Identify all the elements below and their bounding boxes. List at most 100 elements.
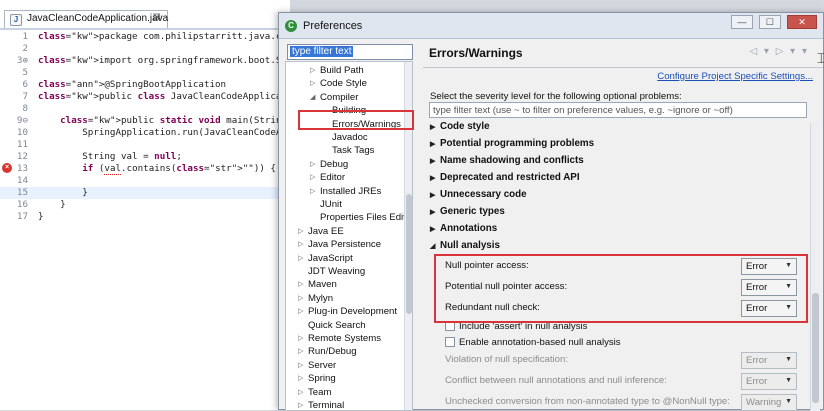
section-header[interactable]: ▶ Generic types — [430, 206, 505, 219]
maximize-icon[interactable]: ☐ — [758, 15, 781, 29]
code-line[interactable]: 8 — [0, 103, 290, 115]
tree-item-label: Spring — [308, 373, 336, 385]
collapsed-arrow-icon[interactable]: ▷ — [298, 332, 303, 345]
tree-item[interactable]: ▷ Run/Debug — [298, 345, 357, 358]
collapsed-arrow-icon[interactable]: ▷ — [298, 399, 303, 410]
code-line[interactable]: 13 if (val.contains(class="str">"")) {× — [0, 163, 290, 175]
collapsed-triangle-icon[interactable]: ▶ — [430, 157, 440, 165]
tree-item[interactable]: ▷ JavaScript — [298, 252, 353, 265]
error-marker-icon[interactable]: × — [2, 163, 12, 173]
collapsed-triangle-icon[interactable]: ▶ — [430, 174, 440, 182]
collapsed-arrow-icon[interactable]: ▷ — [298, 225, 303, 238]
code-line[interactable]: 14 — [0, 175, 290, 187]
tree-filter-input[interactable]: type filter text — [287, 44, 413, 60]
section-header[interactable]: ▶ Potential programming problems — [430, 138, 594, 151]
checkbox-row[interactable]: Enable annotation-based null analysis — [445, 337, 621, 351]
dialog-titlebar[interactable]: C Preferences — ☐ ✕ — [279, 13, 823, 39]
code-line[interactable]: 16 } — [0, 199, 290, 211]
collapsed-arrow-icon[interactable]: ▷ — [298, 278, 303, 291]
code-line[interactable]: 7 class="kw">public class JavaCleanCodeAp… — [0, 91, 314, 103]
tree-item[interactable]: ◢ Compiler — [310, 91, 358, 104]
collapsed-arrow-icon[interactable]: ▷ — [298, 359, 303, 372]
tree-item-label: Terminal — [308, 400, 345, 411]
tree-scrollbar-thumb[interactable] — [406, 194, 412, 314]
expanded-triangle-icon[interactable]: ◢ — [430, 242, 440, 250]
tree-item[interactable]: Properties Files Edito — [320, 211, 411, 224]
tree-item[interactable]: ▷ Editor — [310, 171, 345, 184]
tree-item[interactable]: ▷ Code Style — [310, 77, 367, 90]
section-header[interactable]: ▶ Annotations — [430, 223, 497, 236]
collapsed-arrow-icon[interactable]: ▷ — [310, 77, 315, 90]
section-header[interactable]: ▶ Code style — [430, 121, 490, 134]
code-line[interactable]: 11 — [0, 139, 290, 151]
tree-item[interactable]: ▷ Mylyn — [298, 292, 333, 305]
checkbox[interactable] — [445, 337, 455, 347]
close-tab-icon[interactable]: ⊠ — [153, 12, 161, 23]
collapsed-arrow-icon[interactable]: ▷ — [298, 305, 303, 318]
tree-item[interactable]: ▷ Plug-in Development — [298, 305, 397, 318]
collapsed-triangle-icon[interactable]: ▶ — [430, 123, 440, 131]
section-header[interactable]: ▶ Unnecessary code — [430, 189, 527, 202]
tree-item[interactable]: ▷ Build Path — [310, 64, 364, 77]
code-line[interactable]: 9⊖ class="kw">public static void main(St… — [0, 115, 342, 127]
section-header[interactable]: ▶ Deprecated and restricted API — [430, 172, 580, 185]
tree-item[interactable]: JDT Weaving — [308, 265, 365, 278]
tree-item[interactable]: Quick Search — [308, 319, 366, 332]
collapsed-triangle-icon[interactable]: ▶ — [430, 191, 440, 199]
code-line[interactable]: 15 } — [0, 187, 290, 199]
collapsed-arrow-icon[interactable]: ▷ — [298, 238, 303, 251]
tree-item[interactable]: ▷ Team — [298, 386, 331, 399]
tree-item[interactable]: ▷ Maven — [298, 278, 337, 291]
checkbox-row[interactable]: Include 'assert' in null analysis — [445, 321, 587, 335]
preference-filter-input[interactable]: type filter text (use ~ to filter on pre… — [429, 102, 807, 118]
tree-item[interactable]: ▷ Spring — [298, 372, 336, 385]
collapsed-triangle-icon[interactable]: ▶ — [430, 225, 440, 233]
configure-project-settings-link[interactable]: Configure Project Specific Settings... — [657, 71, 813, 82]
collapsed-arrow-icon[interactable]: ▷ — [298, 345, 303, 358]
tree-item[interactable]: Task Tags — [332, 144, 374, 157]
collapsed-arrow-icon[interactable]: ▷ — [310, 185, 315, 198]
history-navigation-icons[interactable]: ◁ ▾ ▷ ▾ ▾ — [749, 46, 809, 57]
code-line[interactable]: 6 class="ann">@SpringBootApplication — [0, 79, 290, 91]
section-header[interactable]: ▶ Name shadowing and conflicts — [430, 155, 584, 168]
code-line[interactable]: 12 String val = null; — [0, 151, 290, 163]
section-header[interactable]: ◢ Null analysis — [430, 240, 500, 253]
code-line[interactable]: 3⊕ class="kw">import org.springframework.… — [0, 55, 353, 67]
options-scrollbar-thumb[interactable] — [812, 293, 819, 403]
code-line[interactable]: 10 SpringApplication.run(JavaCleanCodeAp… — [0, 127, 293, 139]
code-line[interactable]: 5 — [0, 67, 290, 79]
tree-item[interactable]: ▷ Debug — [310, 158, 348, 171]
collapsed-arrow-icon[interactable]: ▷ — [298, 386, 303, 399]
tree-item[interactable]: ▷ Java EE — [298, 225, 344, 238]
code-text: class="ann">@SpringBootApplication — [38, 79, 227, 90]
line-number: 5 — [22, 67, 28, 78]
options-scrollbar[interactable] — [810, 123, 820, 411]
collapsed-arrow-icon[interactable]: ▷ — [310, 64, 315, 77]
tree-item[interactable]: JUnit — [320, 198, 342, 211]
code-area[interactable]: 1 class="kw">package com.philipstarritt.j… — [0, 31, 353, 223]
tree-item-label: Java EE — [308, 225, 344, 237]
code-line[interactable]: 17} — [0, 211, 290, 223]
line-number: 8 — [22, 103, 28, 114]
code-line[interactable]: 1 class="kw">package com.philipstarritt.j… — [0, 31, 336, 43]
expanded-arrow-icon[interactable]: ◢ — [310, 91, 315, 104]
collapsed-arrow-icon[interactable]: ▷ — [298, 372, 303, 385]
minimize-icon[interactable]: — — [730, 15, 753, 29]
tree-item[interactable]: ▷ Remote Systems — [298, 332, 381, 345]
collapsed-arrow-icon[interactable]: ▷ — [310, 171, 315, 184]
tree-item[interactable]: ▷ Java Persistence — [298, 238, 381, 251]
collapsed-arrow-icon[interactable]: ▷ — [298, 292, 303, 305]
code-line[interactable]: 2 — [0, 43, 290, 55]
code-text: } — [38, 199, 66, 210]
close-icon[interactable]: ✕ — [787, 15, 817, 29]
collapsed-triangle-icon[interactable]: ▶ — [430, 140, 440, 148]
collapsed-triangle-icon[interactable]: ▶ — [430, 208, 440, 216]
tree-item[interactable]: ▷ Terminal — [298, 399, 345, 411]
tree-item[interactable]: ▷ Installed JREs — [310, 185, 381, 198]
tree-item[interactable]: Javadoc — [332, 131, 368, 144]
collapsed-arrow-icon[interactable]: ▷ — [310, 158, 315, 171]
code-editor[interactable]: J JavaCleanCodeApplication.java ⊠ 1 class… — [0, 0, 353, 410]
editor-tab[interactable]: J JavaCleanCodeApplication.java ⊠ — [4, 10, 168, 28]
tree-item[interactable]: ▷ Server — [298, 359, 336, 372]
collapsed-arrow-icon[interactable]: ▷ — [298, 252, 303, 265]
